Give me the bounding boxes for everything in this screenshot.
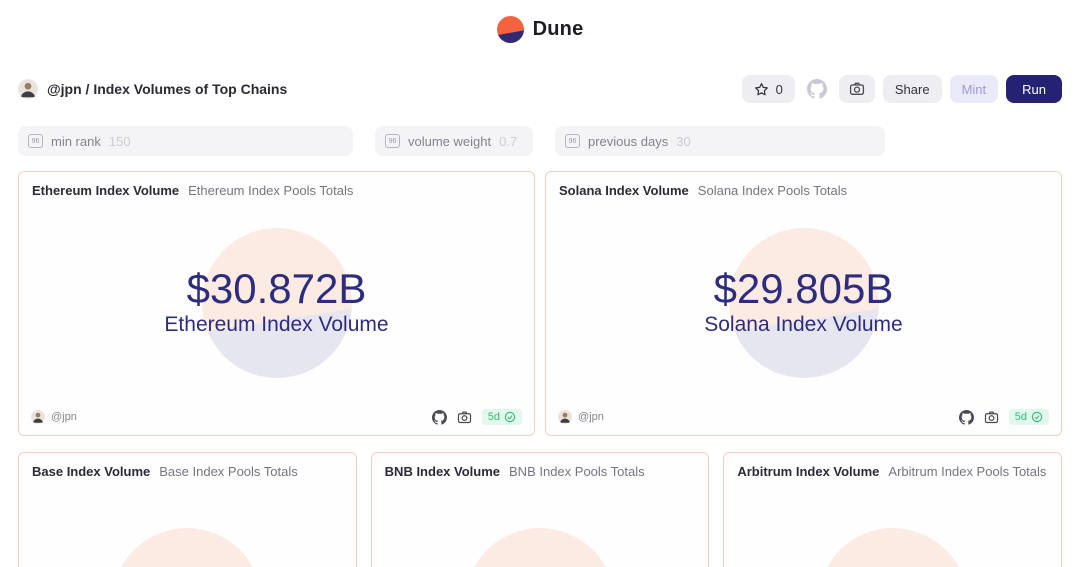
card-author[interactable]: @jpn [578, 411, 604, 423]
refresh-status-badge[interactable]: 5d [1009, 409, 1049, 425]
counter-label: Solana Index Volume [704, 312, 902, 338]
card-author[interactable]: @jpn [51, 411, 77, 423]
author-avatar[interactable] [18, 79, 38, 99]
camera-icon[interactable] [984, 410, 999, 425]
card-query-link[interactable]: Arbitrum Index Pools Totals [888, 464, 1046, 479]
counter-card-arbitrum: Arbitrum Index Volume Arbitrum Index Poo… [723, 452, 1062, 567]
card-query-link[interactable]: Ethereum Index Pools Totals [188, 183, 353, 198]
star-icon [754, 82, 769, 97]
dune-logo-icon[interactable] [497, 16, 524, 43]
share-button[interactable]: Share [883, 75, 942, 103]
dashboard-title[interactable]: @jpn / Index Volumes of Top Chains [47, 81, 287, 97]
param-label: previous days [588, 134, 668, 149]
card-title[interactable]: BNB Index Volume [385, 464, 500, 479]
param-value: 0.7 [499, 134, 517, 149]
app-header: Dune [0, 0, 1080, 58]
dashboard-toolbar: @jpn / Index Volumes of Top Chains 0 Sha… [18, 74, 1062, 104]
param-value: 150 [109, 134, 131, 149]
author-avatar[interactable] [558, 410, 572, 424]
refresh-status-badge[interactable]: 5d [482, 409, 522, 425]
refresh-age: 5d [488, 411, 500, 423]
parameter-icon: 96 [385, 134, 400, 148]
star-button[interactable]: 0 [742, 75, 795, 103]
fork-icon[interactable] [432, 410, 447, 425]
card-query-link[interactable]: Solana Index Pools Totals [698, 183, 847, 198]
counter-card-base: Base Index Volume Base Index Pools Total… [18, 452, 357, 567]
check-circle-icon [504, 411, 516, 423]
card-title[interactable]: Solana Index Volume [559, 183, 689, 198]
dune-watermark [465, 528, 615, 567]
github-icon [807, 79, 827, 99]
counter-card-ethereum: Ethereum Index Volume Ethereum Index Poo… [18, 171, 535, 436]
param-volume-weight[interactable]: 96 volume weight 0.7 [375, 126, 533, 156]
refresh-age: 5d [1015, 411, 1027, 423]
parameter-icon: 96 [28, 134, 43, 148]
mint-button[interactable]: Mint [950, 75, 999, 103]
author-avatar[interactable] [31, 410, 45, 424]
camera-icon [849, 81, 865, 97]
cards-row-1: Ethereum Index Volume Ethereum Index Poo… [18, 171, 1062, 436]
counter-label: Ethereum Index Volume [164, 312, 388, 338]
param-label: volume weight [408, 134, 491, 149]
card-query-link[interactable]: BNB Index Pools Totals [509, 464, 645, 479]
card-title[interactable]: Base Index Volume [32, 464, 150, 479]
card-title[interactable]: Arbitrum Index Volume [737, 464, 879, 479]
counter-card-solana: Solana Index Volume Solana Index Pools T… [545, 171, 1062, 436]
counter-value: $29.805B [704, 266, 902, 312]
check-circle-icon [1031, 411, 1043, 423]
cards-row-2: Base Index Volume Base Index Pools Total… [18, 452, 1062, 567]
camera-icon[interactable] [457, 410, 472, 425]
fork-icon[interactable] [959, 410, 974, 425]
counter-value: $30.872B [164, 266, 388, 312]
screenshot-button[interactable] [839, 75, 875, 103]
parameter-icon: 96 [565, 134, 580, 148]
param-previous-days[interactable]: 96 previous days 30 [555, 126, 885, 156]
fork-button[interactable] [803, 75, 831, 103]
param-min-rank[interactable]: 96 min rank 150 [18, 126, 353, 156]
run-button[interactable]: Run [1006, 75, 1062, 103]
counter-card-bnb: BNB Index Volume BNB Index Pools Totals … [371, 452, 710, 567]
param-value: 30 [676, 134, 690, 149]
parameters-bar: 96 min rank 150 96 volume weight 0.7 96 … [18, 126, 1062, 156]
param-label: min rank [51, 134, 101, 149]
star-count: 0 [776, 82, 783, 97]
dune-watermark [112, 528, 262, 567]
card-query-link[interactable]: Base Index Pools Totals [159, 464, 298, 479]
card-title[interactable]: Ethereum Index Volume [32, 183, 179, 198]
brand-name[interactable]: Dune [533, 18, 584, 41]
dune-watermark [818, 528, 968, 567]
